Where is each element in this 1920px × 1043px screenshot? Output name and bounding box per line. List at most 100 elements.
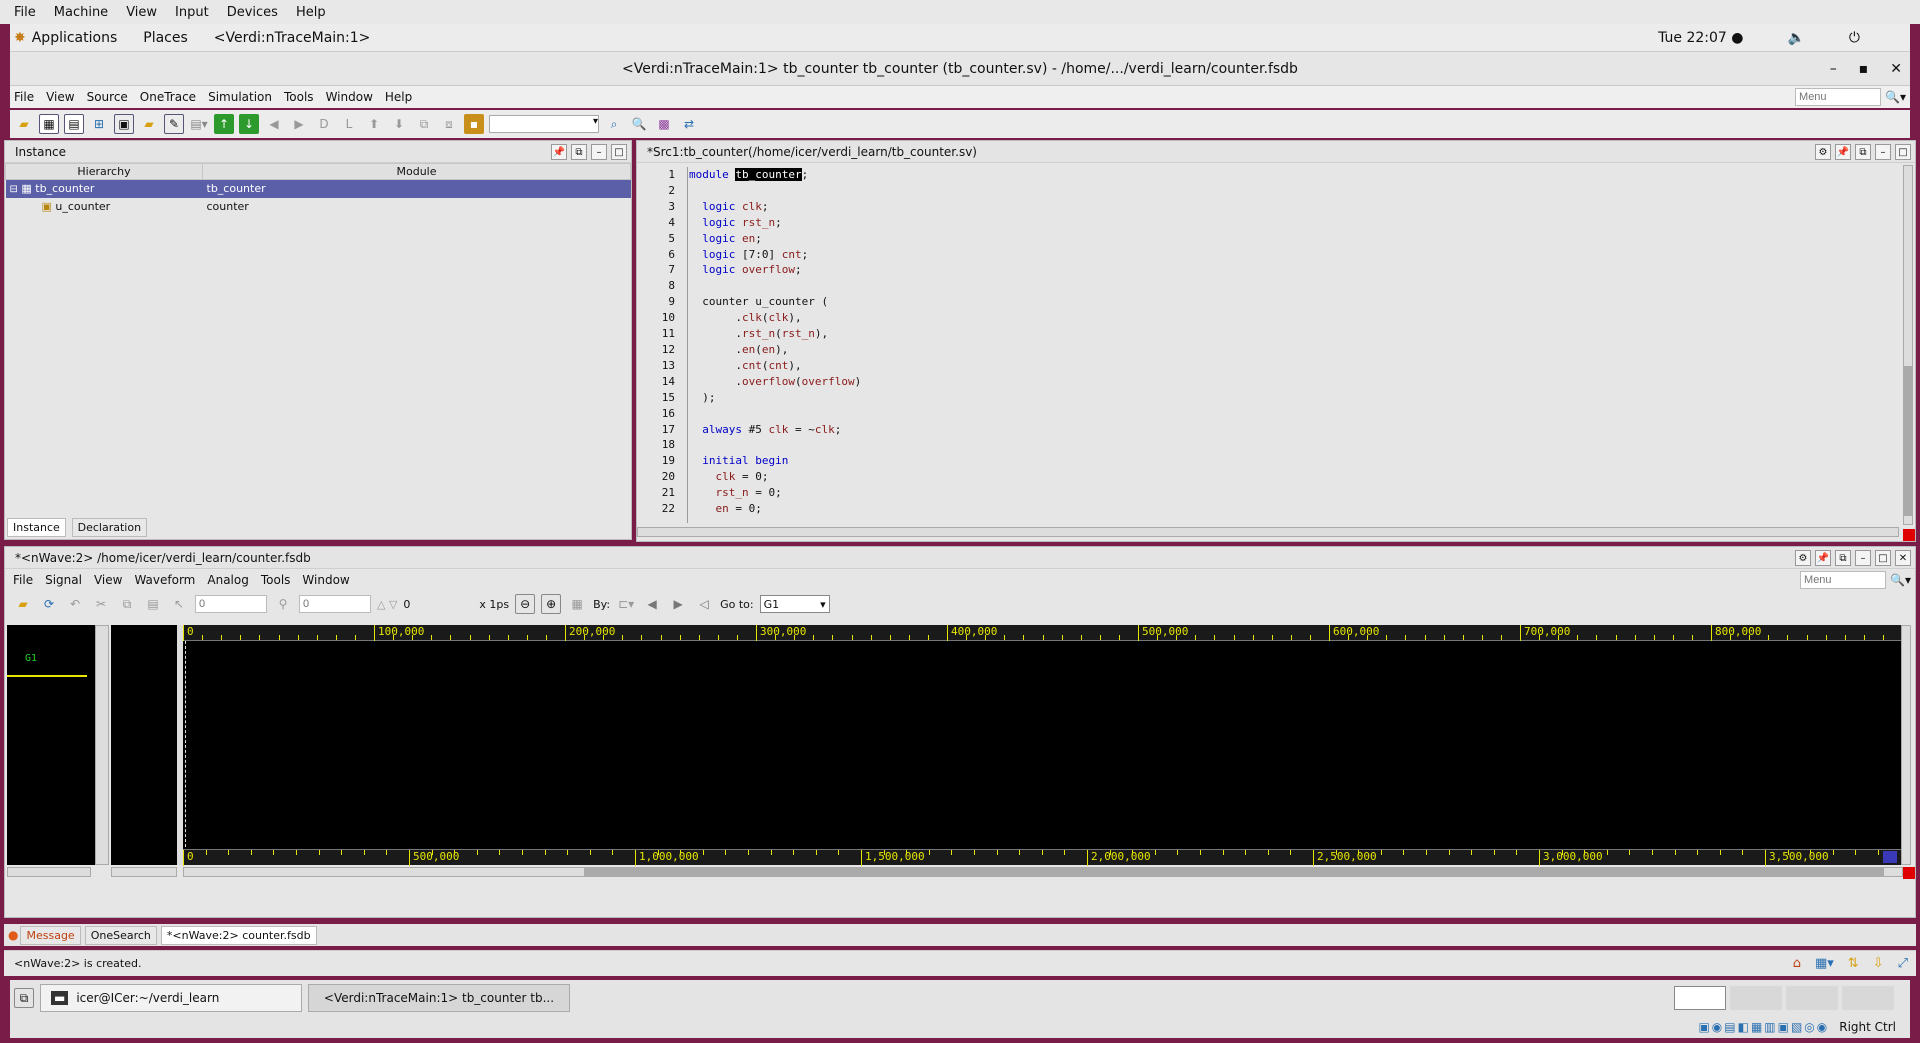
- driver-icon[interactable]: D: [314, 114, 334, 134]
- menu-file[interactable]: File: [14, 90, 34, 104]
- connect-icon[interactable]: ⧉: [414, 114, 434, 134]
- vm-menu-machine[interactable]: Machine: [54, 5, 108, 20]
- filter-icon[interactable]: ⇩: [1873, 956, 1884, 971]
- find-icon[interactable]: ⌕: [604, 114, 624, 134]
- maximize-button[interactable]: ▪: [1859, 52, 1869, 86]
- fullscreen-icon[interactable]: ⤢: [1898, 956, 1908, 971]
- search-back-icon[interactable]: ◁: [694, 594, 714, 614]
- nwave-menu-tools[interactable]: Tools: [261, 573, 291, 587]
- tab-onesearch[interactable]: OneSearch: [84, 925, 157, 945]
- pin-icon[interactable]: 📌: [551, 144, 567, 160]
- code-line[interactable]: 19 initial begin: [637, 453, 1915, 469]
- code-line[interactable]: 17 always #5 clk = ~clk;: [637, 422, 1915, 438]
- trace-down-icon[interactable]: ↓: [239, 114, 259, 134]
- goto-select[interactable]: G1 ▾: [759, 595, 830, 613]
- waveform-hscroll[interactable]: [183, 867, 1903, 877]
- vm-menu-help[interactable]: Help: [296, 5, 326, 20]
- menu-window[interactable]: Window: [326, 90, 373, 104]
- search-icon[interactable]: 🔍▾: [1885, 90, 1906, 104]
- nwave-menu-analog[interactable]: Analog: [207, 573, 248, 587]
- folder-icon[interactable]: ▰: [139, 114, 159, 134]
- source-vscroll[interactable]: [1903, 165, 1913, 525]
- workspace-4[interactable]: [1842, 986, 1894, 1010]
- code-line[interactable]: 8: [637, 278, 1915, 294]
- zoom-fit-icon[interactable]: ▦: [567, 594, 587, 614]
- signal-value-pane[interactable]: [111, 625, 177, 865]
- float-icon[interactable]: ⧉: [1855, 144, 1871, 160]
- hierarchy-icon[interactable]: ⊞: [89, 114, 109, 134]
- workspace-3[interactable]: [1786, 986, 1838, 1010]
- sort-icon[interactable]: ⇅: [1848, 956, 1859, 971]
- trace-icon[interactable]: ▪: [464, 114, 484, 134]
- maximize-panel-icon[interactable]: □: [1895, 144, 1911, 160]
- signal-name-pane[interactable]: G1: [7, 625, 95, 865]
- float-icon[interactable]: ⧉: [1835, 550, 1851, 566]
- waveform-pane[interactable]: 0 100,000 200,000 300,000 400,000 500,000 600,…: [183, 625, 1903, 866]
- module-column-header[interactable]: Module: [202, 163, 631, 180]
- menu-source[interactable]: Source: [87, 90, 128, 104]
- layout-icon[interactable]: ▦▾: [1815, 956, 1834, 971]
- name-hscroll[interactable]: [7, 867, 91, 877]
- workspace-2[interactable]: [1730, 986, 1782, 1010]
- home-icon[interactable]: ⌂: [1793, 956, 1801, 971]
- bookmark-icon[interactable]: ⧈: [439, 114, 459, 134]
- float-icon[interactable]: ⧉: [571, 144, 587, 160]
- menu-view[interactable]: View: [46, 90, 74, 104]
- search-combo[interactable]: ▾: [489, 115, 599, 133]
- code-line[interactable]: 11 .rst_n(rst_n),: [637, 326, 1915, 342]
- code-line[interactable]: 4 logic rst_n;: [637, 215, 1915, 231]
- workspace-1[interactable]: [1674, 986, 1726, 1010]
- reload-icon[interactable]: ⟳: [39, 594, 59, 614]
- tab-nwave[interactable]: *<nWave:2> counter.fsdb: [160, 925, 317, 945]
- cut-icon[interactable]: ✂: [91, 594, 111, 614]
- zoom-in-icon[interactable]: ⊕: [541, 594, 562, 614]
- up-circle-icon[interactable]: ⬆: [364, 114, 384, 134]
- code-line[interactable]: 16: [637, 406, 1915, 422]
- schematic-icon[interactable]: ▩: [654, 114, 674, 134]
- tab-instance[interactable]: Instance: [7, 518, 66, 537]
- active-app-label[interactable]: <Verdi:nTraceMain:1>: [214, 30, 371, 46]
- tree-row-tb-counter[interactable]: ⊟ ▦ tb_counter tb_counter: [5, 179, 631, 198]
- applications-menu[interactable]: Applications: [32, 30, 118, 46]
- code-line[interactable]: 3 logic clk;: [637, 199, 1915, 215]
- hierarchy-column-header[interactable]: Hierarchy: [5, 163, 203, 180]
- code-line[interactable]: 21 rst_n = 0;: [637, 485, 1915, 501]
- code-line[interactable]: 5 logic en;: [637, 231, 1915, 247]
- zoom-out-icon[interactable]: ⊖: [515, 594, 536, 614]
- show-desktop-icon[interactable]: ⧉: [14, 988, 34, 1008]
- menu-search-input[interactable]: [1795, 88, 1882, 106]
- delta-arrows-icon[interactable]: △ ▽: [377, 598, 397, 611]
- value-hscroll[interactable]: [111, 867, 177, 877]
- nwave-menu-signal[interactable]: Signal: [45, 573, 82, 587]
- new-source-icon[interactable]: ▤: [64, 114, 84, 134]
- vm-menu-file[interactable]: File: [14, 5, 36, 20]
- vm-menu-devices[interactable]: Devices: [227, 5, 278, 20]
- vm-menu-input[interactable]: Input: [175, 5, 209, 20]
- nwave-menu-view[interactable]: View: [94, 573, 122, 587]
- code-line[interactable]: 18: [637, 437, 1915, 453]
- places-menu[interactable]: Places: [143, 30, 188, 46]
- source-hscroll[interactable]: [637, 527, 1899, 537]
- nwave-menu-window[interactable]: Window: [302, 573, 349, 587]
- by-select-icon[interactable]: ⊏▾: [616, 594, 636, 614]
- menu-simulation[interactable]: Simulation: [208, 90, 272, 104]
- tab-message[interactable]: Message: [20, 925, 81, 945]
- maximize-panel-icon[interactable]: □: [611, 144, 627, 160]
- marker-icon[interactable]: ⚲: [273, 594, 293, 614]
- new-window-icon[interactable]: ▦: [39, 114, 59, 134]
- code-line[interactable]: 14 .overflow(overflow): [637, 374, 1915, 390]
- code-line[interactable]: 2: [637, 183, 1915, 199]
- code-line[interactable]: 13 .cnt(cnt),: [637, 358, 1915, 374]
- cursor-a-field[interactable]: [195, 595, 267, 613]
- maximize-panel-icon[interactable]: □: [1875, 550, 1891, 566]
- find-next-icon[interactable]: 🔍: [629, 114, 649, 134]
- nwave-menu-search-input[interactable]: [1800, 571, 1887, 589]
- nwave-menu-file[interactable]: File: [13, 573, 33, 587]
- undo-icon[interactable]: ↶: [65, 594, 85, 614]
- load-icon[interactable]: L: [339, 114, 359, 134]
- signal-name-vscroll[interactable]: [95, 625, 109, 865]
- clock[interactable]: Tue 22:07 ●: [1658, 30, 1743, 46]
- code-line[interactable]: 1 module tb_counter;: [637, 167, 1915, 183]
- code-line[interactable]: 6 logic [7:0] cnt;: [637, 247, 1915, 263]
- code-line[interactable]: 7 logic overflow;: [637, 262, 1915, 278]
